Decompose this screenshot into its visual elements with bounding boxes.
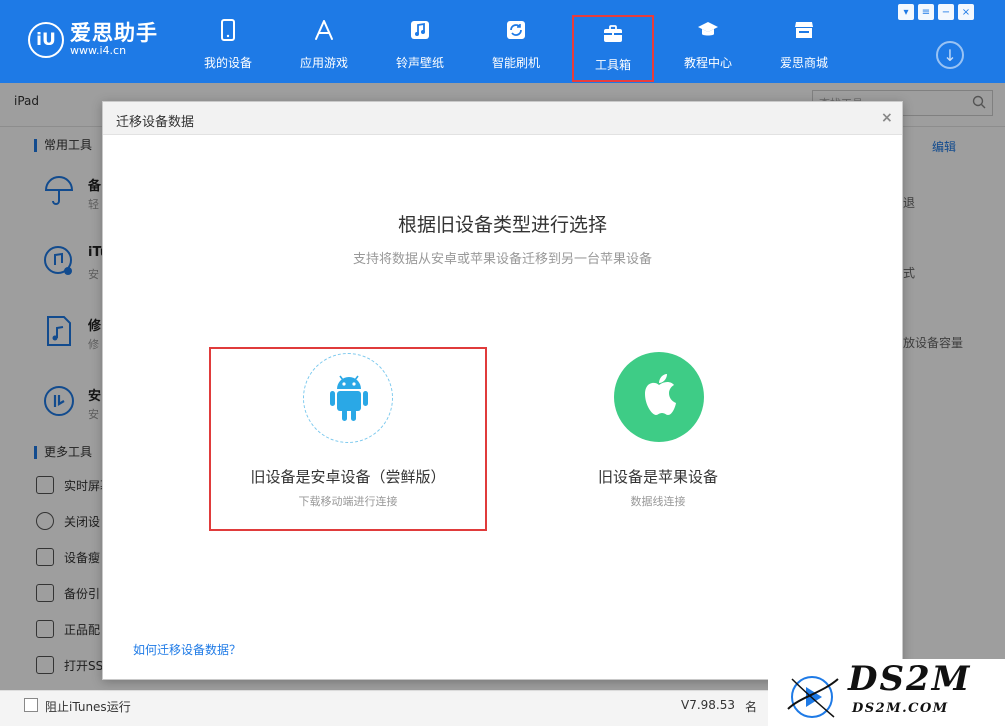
apple-device-option[interactable]: 旧设备是苹果设备 数据线连接	[519, 347, 797, 531]
download-arrow-icon[interactable]: ↓	[936, 41, 964, 69]
window-controls: ▾ ≡ − ×	[894, 4, 974, 20]
music-note-icon	[411, 21, 429, 39]
logo-name: 爱思助手	[70, 21, 158, 45]
option-title: 旧设备是安卓设备（尝鲜版）	[250, 468, 446, 486]
nav-label: 工具箱	[594, 58, 631, 72]
nav-i4-store[interactable]: 爱思商城	[756, 0, 852, 83]
dialog-header: 迁移设备数据 ×	[103, 102, 902, 135]
nav-tutorial-center[interactable]: 教程中心	[660, 0, 756, 83]
block-itunes-checkbox[interactable]	[24, 698, 38, 712]
nav-label: 爱思商城	[779, 56, 828, 70]
android-icon	[330, 375, 368, 421]
nav-my-device[interactable]: 我的设备	[180, 0, 276, 83]
dialog-close-icon[interactable]: ×	[881, 110, 893, 126]
option-desc: 数据线连接	[630, 495, 686, 508]
option-desc: 下载移动端进行连接	[298, 495, 398, 508]
flash-refresh-icon	[507, 21, 525, 39]
logo-url: www.i4.cn	[70, 44, 127, 57]
phone-icon	[221, 19, 235, 41]
nav-label: 我的设备	[203, 56, 252, 70]
nav-label: 智能刷机	[491, 56, 540, 70]
menu-icon[interactable]: ≡	[918, 4, 934, 20]
store-icon	[795, 22, 813, 38]
android-device-option[interactable]: 旧设备是安卓设备（尝鲜版） 下载移动端进行连接	[209, 347, 487, 531]
nav-apps-games[interactable]: 应用游戏	[276, 0, 372, 83]
nav-label: 铃声壁纸	[395, 56, 444, 70]
top-header: iU 爱思助手 www.i4.cn 我的设备 应用游戏 铃声壁纸 智能刷机 工具…	[0, 0, 1005, 83]
version-label: V7.98.53	[681, 698, 736, 712]
option-title: 旧设备是苹果设备	[597, 468, 718, 486]
dialog-title: 迁移设备数据	[116, 115, 195, 130]
nav-ringtones-wallpapers[interactable]: 铃声壁纸	[372, 0, 468, 83]
dialog-heading: 根据旧设备类型进行选择	[397, 214, 607, 236]
nav-label: 教程中心	[683, 56, 732, 70]
nav-smart-flash[interactable]: 智能刷机	[468, 0, 564, 83]
site-watermark: DS2M DS2M.COM	[768, 659, 1005, 726]
nav-toolbox[interactable]: 工具箱	[572, 15, 654, 82]
skin-icon[interactable]: ▾	[898, 4, 914, 20]
graduation-cap-icon	[698, 22, 718, 36]
minimize-icon[interactable]: −	[938, 4, 954, 20]
watermark-big-text: DS2M	[848, 659, 972, 699]
watermark-logo-icon	[787, 676, 839, 718]
app-logo: iU 爱思助手 www.i4.cn	[28, 22, 158, 58]
app-store-icon	[315, 20, 333, 40]
migrate-device-dialog: 迁移设备数据 × 根据旧设备类型进行选择 支持将数据从安卓或苹果设备迁移到另一台…	[102, 101, 903, 680]
apple-icon	[645, 374, 676, 415]
close-window-icon[interactable]: ×	[958, 4, 974, 20]
migration-help-link[interactable]: 如何迁移设备数据？	[133, 641, 241, 658]
nav-label: 应用游戏	[299, 56, 348, 70]
dialog-subheading: 支持将数据从安卓或苹果设备迁移到另一台苹果设备	[352, 252, 652, 267]
logo-badge: iU	[28, 22, 64, 58]
block-itunes-label: 阻止iTunes运行	[45, 700, 131, 714]
watermark-small-text: DS2M.COM	[852, 701, 949, 716]
status-fragment: 名	[745, 700, 758, 714]
toolbox-icon	[604, 25, 622, 42]
